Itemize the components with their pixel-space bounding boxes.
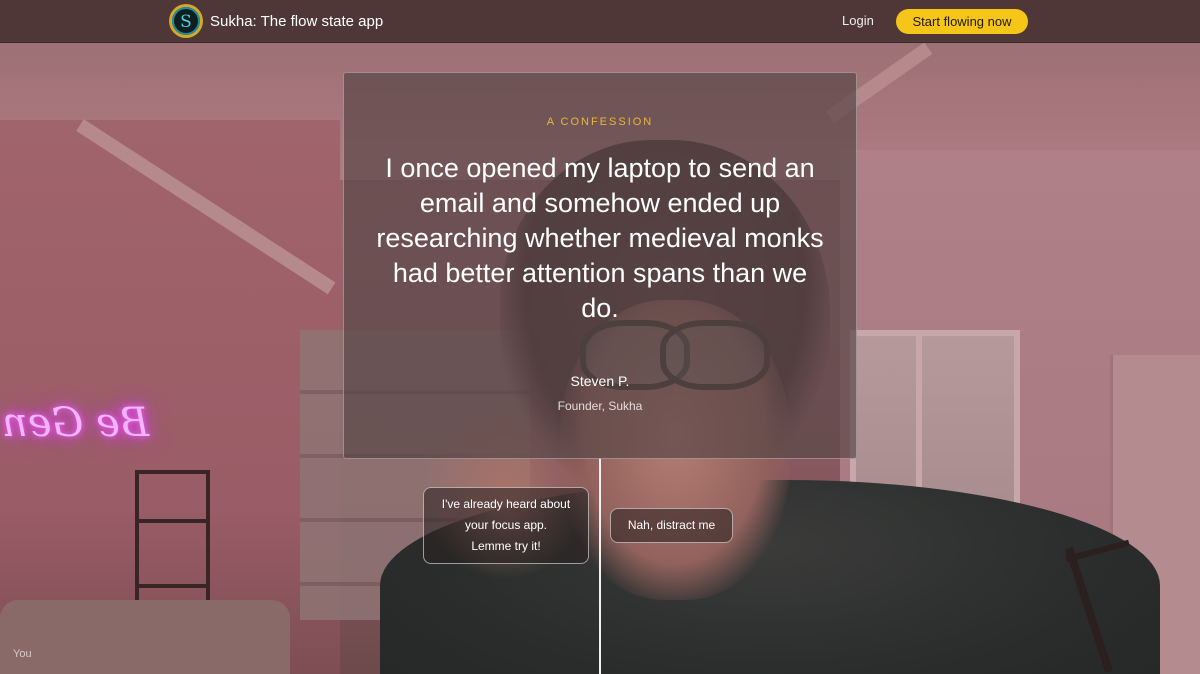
- brand-link[interactable]: S Sukha: The flow state app: [172, 7, 383, 35]
- choice-divider-line: [599, 458, 601, 674]
- confession-card: A CONFESSION I once opened my laptop to …: [343, 72, 857, 459]
- distract-me-button[interactable]: Nah, distract me: [610, 508, 733, 543]
- confession-quote: I once opened my laptop to send an email…: [376, 153, 824, 323]
- brand-name: Sukha: The flow state app: [210, 12, 384, 30]
- sukha-logo-icon: S: [172, 7, 200, 35]
- self-view-label: You: [13, 648, 32, 660]
- start-flowing-button[interactable]: Start flowing now: [896, 9, 1028, 34]
- top-nav: S Sukha: The flow state app Login Start …: [0, 0, 1200, 43]
- sofa: [0, 600, 290, 674]
- logo-letter: S: [180, 12, 192, 32]
- try-app-button[interactable]: I've already heard about your focus app.…: [423, 487, 589, 564]
- quote-author: Steven P.: [570, 373, 630, 389]
- login-link[interactable]: Login: [842, 13, 874, 28]
- neon-sign: Be Gen: [2, 400, 150, 446]
- quote-author-role: Founder, Sukha: [557, 399, 643, 413]
- card-eyebrow: A CONFESSION: [546, 116, 654, 128]
